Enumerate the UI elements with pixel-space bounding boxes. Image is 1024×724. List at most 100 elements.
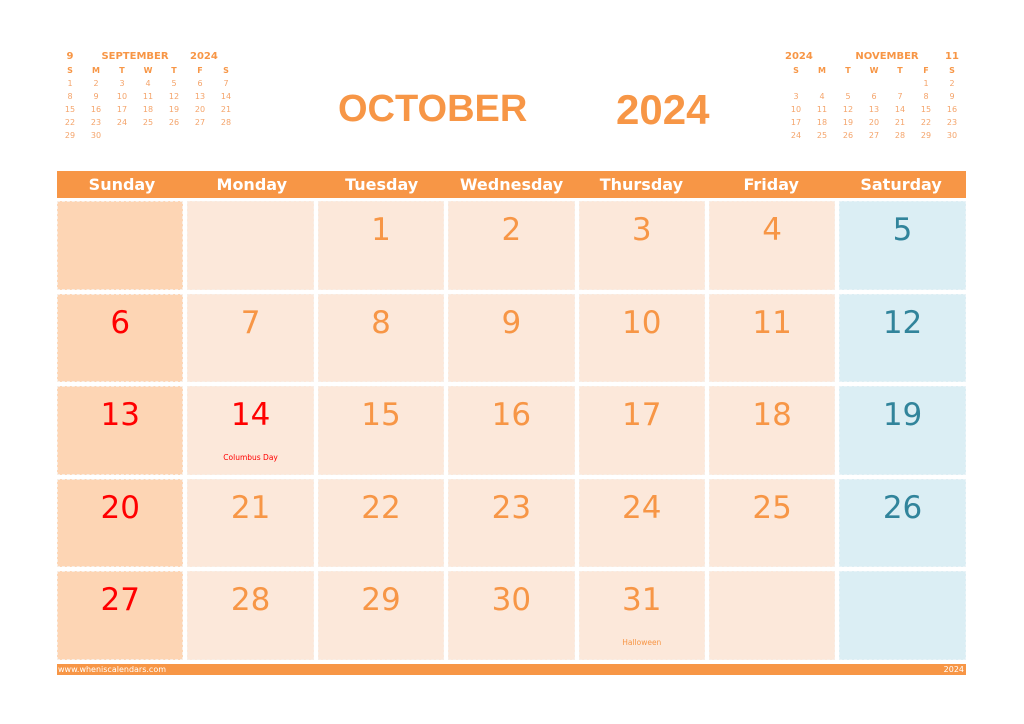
mini-day: 26 bbox=[168, 118, 180, 127]
mini-day: 4 bbox=[819, 92, 825, 101]
day-cell: 2 bbox=[448, 201, 575, 290]
weekday-wednesday: Wednesday bbox=[459, 175, 564, 194]
mini-weekday-label: F bbox=[197, 66, 203, 75]
mini-weekday-label: M bbox=[92, 66, 100, 75]
day-number: 6 bbox=[110, 304, 131, 341]
day-number: 24 bbox=[622, 489, 662, 526]
day-number: 19 bbox=[882, 397, 923, 434]
day-cell: 16 bbox=[448, 386, 575, 475]
mini-day: 29 bbox=[64, 131, 76, 140]
holiday-note: Columbus Day bbox=[223, 453, 278, 463]
day-cell: 1 bbox=[317, 201, 445, 290]
day-cell: 23 bbox=[448, 478, 575, 568]
day-cell: 3 bbox=[578, 201, 705, 290]
weekday-friday: Friday bbox=[743, 175, 799, 194]
day-number: 8 bbox=[371, 304, 391, 341]
mini-day: 15 bbox=[920, 105, 932, 114]
day-number: 11 bbox=[752, 304, 792, 341]
mini-day: 25 bbox=[816, 131, 828, 140]
mini-day: 26 bbox=[842, 131, 854, 140]
day-cell: 10 bbox=[578, 293, 705, 383]
mini-day: 8 bbox=[923, 92, 929, 101]
mini-day: 20 bbox=[194, 105, 206, 114]
mini-day: 21 bbox=[894, 118, 906, 127]
mini-day: 17 bbox=[116, 105, 128, 114]
day-cell: 12 bbox=[839, 293, 966, 383]
day-cell: 20 bbox=[57, 478, 184, 568]
mini-day: 12 bbox=[842, 105, 854, 114]
day-cell: 19 bbox=[839, 386, 966, 475]
day-cell: 9 bbox=[448, 293, 575, 383]
mini-day bbox=[783, 77, 809, 90]
day-cell: 13 bbox=[57, 386, 184, 475]
mini-day: 3 bbox=[793, 92, 799, 101]
month-title: OCTOBER bbox=[338, 88, 528, 130]
day-cell: 6 bbox=[57, 293, 184, 383]
mini-day: 27 bbox=[194, 118, 206, 127]
mini-day: 7 bbox=[897, 92, 903, 101]
mini-day: 28 bbox=[220, 118, 232, 127]
day-number: 13 bbox=[100, 397, 140, 434]
mini-day: 10 bbox=[116, 92, 128, 101]
mini-day bbox=[887, 77, 913, 90]
mini-day bbox=[213, 129, 239, 142]
mini-day: 1 bbox=[67, 79, 73, 88]
mini-month-name: SEPTEMBER bbox=[101, 50, 169, 62]
mini-weekday-label: T bbox=[845, 66, 851, 75]
day-number: 4 bbox=[762, 212, 783, 248]
mini-weekday-label: W bbox=[869, 66, 879, 75]
mini-calendar-header: 9 SEPTEMBER 2024 bbox=[57, 48, 239, 64]
footer-year: 2024 bbox=[943, 665, 964, 674]
mini-day: 30 bbox=[946, 131, 958, 140]
day-cell: 25 bbox=[708, 478, 836, 568]
mini-day: 14 bbox=[220, 92, 232, 101]
mini-calendar-november: 2024 NOVEMBER 11 SMTWTFS 1 2 3 4 5 6 7 8 9 10 11 12… bbox=[783, 48, 965, 142]
mini-day bbox=[187, 129, 213, 142]
day-number: 3 bbox=[631, 212, 652, 248]
mini-day: 16 bbox=[946, 105, 958, 114]
day-number: 20 bbox=[100, 489, 140, 526]
mini-day: 6 bbox=[197, 79, 203, 88]
mini-weekday-label: W bbox=[143, 66, 153, 75]
mini-month-name: NOVEMBER bbox=[855, 50, 919, 62]
day-number: 21 bbox=[230, 489, 271, 526]
mini-day bbox=[861, 77, 887, 90]
mini-day: 14 bbox=[894, 105, 906, 114]
mini-days-grid: 1 2 3 4 5 6 7 8 9 10 11 12 13 14 15 16 17 18 19 20 21 22 23 24 2… bbox=[57, 77, 239, 142]
mini-day: 24 bbox=[116, 118, 128, 127]
day-cell: 26 bbox=[839, 478, 966, 568]
day-number: 29 bbox=[361, 582, 401, 619]
mini-weekday-label: F bbox=[923, 66, 929, 75]
day-number: 12 bbox=[882, 304, 923, 341]
day-cell: 28 bbox=[187, 571, 314, 660]
year-title: 2024 bbox=[616, 86, 710, 133]
mini-day: 3 bbox=[119, 79, 125, 88]
mini-year: 2024 bbox=[785, 50, 813, 62]
day-number: 2 bbox=[501, 212, 522, 248]
mini-year: 2024 bbox=[190, 50, 218, 62]
mini-weekday-row: SMTWTFS bbox=[783, 64, 965, 77]
mini-day: 16 bbox=[90, 105, 102, 114]
day-cell: 8 bbox=[317, 293, 445, 383]
mini-day: 8 bbox=[67, 92, 73, 101]
mini-day: 23 bbox=[90, 118, 102, 127]
mini-weekday-label: S bbox=[223, 66, 229, 75]
day-cell: 31 Halloween bbox=[578, 571, 705, 660]
day-number: 28 bbox=[230, 582, 271, 619]
mini-month-number: 11 bbox=[945, 50, 959, 62]
day-cell bbox=[187, 201, 314, 290]
day-cell: 5 bbox=[839, 201, 966, 290]
mini-day: 5 bbox=[171, 79, 177, 88]
mini-day: 1 bbox=[923, 79, 929, 88]
mini-weekday-label: S bbox=[949, 66, 955, 75]
day-cell: 7 bbox=[187, 293, 314, 383]
mini-day: 5 bbox=[845, 92, 851, 101]
mini-day: 6 bbox=[871, 92, 877, 101]
day-number: 23 bbox=[491, 489, 532, 526]
mini-weekday-label: T bbox=[119, 66, 125, 75]
day-cell: 14 Columbus Day bbox=[187, 386, 314, 475]
day-cell: 18 bbox=[708, 386, 836, 475]
mini-day: 13 bbox=[194, 92, 206, 101]
mini-weekday-label: M bbox=[818, 66, 826, 75]
day-cell bbox=[57, 201, 184, 290]
